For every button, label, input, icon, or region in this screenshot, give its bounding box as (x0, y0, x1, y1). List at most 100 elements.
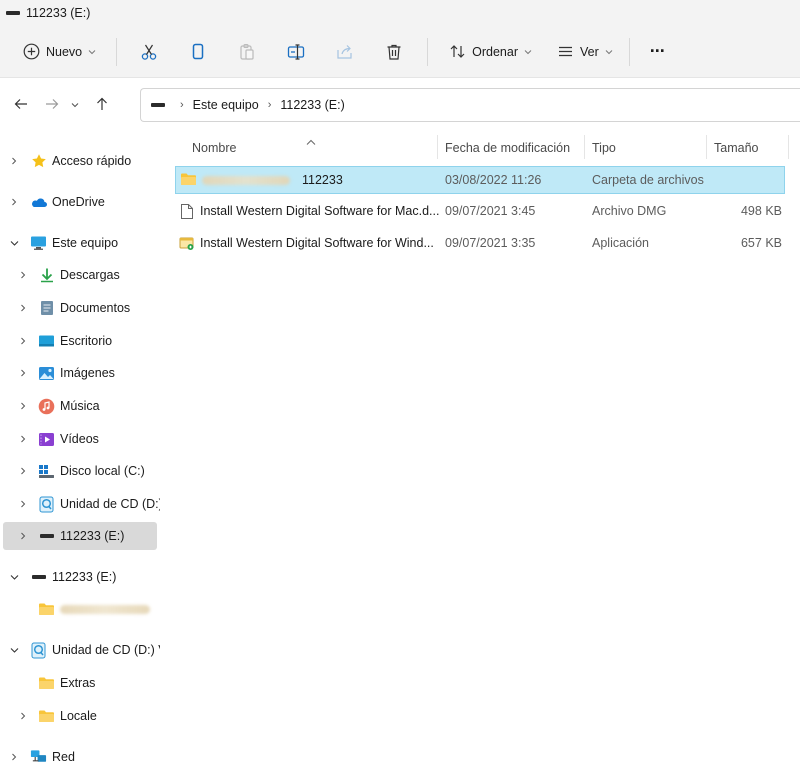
column-divider[interactable] (437, 135, 438, 159)
sidebar-item-cd-drive-d[interactable]: Unidad de CD (D:) (0, 490, 163, 518)
toolbar-separator (628, 37, 630, 66)
breadcrumb-este-equipo[interactable]: Este equipo (193, 98, 259, 112)
share-button[interactable] (325, 35, 365, 69)
sidebar-item-cd-drive-root[interactable]: Unidad de CD (D:) V (0, 636, 167, 664)
sort-button[interactable]: Ordenar (440, 35, 540, 69)
column-header-type[interactable]: Tipo (592, 133, 616, 163)
view-button[interactable]: Ver (548, 35, 621, 69)
chevron-right-icon[interactable] (18, 303, 28, 313)
view-button-label: Ver (580, 44, 599, 59)
copy-button[interactable] (178, 35, 218, 69)
breadcrumb-drive[interactable]: 112233 (E:) (280, 98, 344, 112)
file-type: Carpeta de archivos (592, 173, 704, 187)
sidebar-item-videos[interactable]: Vídeos (0, 425, 157, 453)
chevron-down-icon (70, 99, 80, 113)
sidebar-item-network[interactable]: Red (0, 743, 157, 771)
redacted-name (202, 176, 290, 185)
sidebar-item-this-pc[interactable]: Este equipo (0, 229, 157, 257)
star-icon (30, 153, 47, 170)
more-options-button[interactable]: ··· (642, 35, 673, 69)
sidebar-item-label: Imágenes (60, 366, 115, 380)
sidebar-item-label: Descargas (60, 268, 120, 282)
toolbar-separator (427, 37, 429, 66)
file-modified: 03/08/2022 11:26 (445, 173, 542, 187)
sidebar-item-label: Locale (60, 709, 97, 723)
sidebar-item-hidden-folder[interactable] (0, 595, 157, 623)
table-row[interactable]: 112233 03/08/2022 11:26 Carpeta de archi… (175, 166, 785, 194)
sidebar-item-label: Documentos (60, 301, 131, 315)
sidebar-item-extras[interactable]: Extras (0, 669, 157, 697)
file-name: Install Western Digital Software for Win… (200, 236, 434, 250)
chevron-right-icon[interactable] (18, 401, 28, 411)
back-button[interactable] (8, 93, 34, 119)
sidebar-item-label: Escritorio (60, 334, 113, 348)
chevron-right-icon[interactable] (18, 368, 28, 378)
video-icon (38, 431, 55, 448)
table-row[interactable]: Install Western Digital Software for Win… (175, 230, 785, 258)
file-size: 498 KB (740, 204, 782, 218)
folder-icon (38, 601, 55, 618)
chevron-right-icon[interactable] (9, 752, 19, 762)
chevron-right-icon[interactable] (18, 711, 28, 721)
chevron-right-icon[interactable] (18, 531, 28, 541)
local-disk-icon (38, 463, 55, 480)
usb-drive-icon (38, 528, 55, 545)
sidebar-item-label: Este equipo (52, 236, 119, 250)
address-bar[interactable]: › Este equipo › 112233 (E:) (140, 88, 800, 122)
chevron-down-icon[interactable] (9, 645, 19, 655)
sidebar-item-documents[interactable]: Documentos (0, 294, 157, 322)
sidebar-item-label: Unidad de CD (D:) V (52, 643, 167, 657)
arrow-left-icon (13, 96, 29, 115)
rename-icon (287, 43, 305, 61)
column-header-modified[interactable]: Fecha de modificación (445, 133, 570, 163)
paste-button[interactable] (227, 35, 267, 69)
usb-drive-icon (30, 569, 47, 586)
chevron-right-icon[interactable] (18, 270, 28, 280)
chevron-down-icon[interactable] (9, 572, 19, 582)
chevron-down-icon[interactable] (9, 238, 19, 248)
chevron-right-icon[interactable] (18, 466, 28, 476)
address-row: › Este equipo › 112233 (E:) (0, 78, 800, 133)
new-button[interactable]: Nuevo (14, 35, 104, 69)
music-icon (38, 398, 55, 415)
cd-drive-icon (38, 496, 55, 513)
recent-locations-button[interactable] (65, 93, 85, 119)
sidebar-item-desktop[interactable]: Escritorio (0, 327, 157, 355)
sidebar-item-quick-access[interactable]: Acceso rápido (0, 147, 157, 175)
forward-button[interactable] (39, 93, 65, 119)
usb-drive-icon (151, 103, 165, 107)
column-header-name[interactable]: Nombre (192, 133, 236, 163)
column-divider[interactable] (706, 135, 707, 159)
chevron-right-icon[interactable] (18, 499, 28, 509)
sidebar-item-onedrive[interactable]: OneDrive (0, 188, 157, 216)
delete-button[interactable] (374, 35, 414, 69)
column-divider[interactable] (788, 135, 789, 159)
rename-button[interactable] (276, 35, 316, 69)
chevron-right-icon[interactable] (18, 434, 28, 444)
column-header-size[interactable]: Tamaño (714, 133, 758, 163)
chevron-right-icon: › (267, 99, 272, 111)
up-button[interactable] (89, 93, 115, 119)
sidebar-item-pictures[interactable]: Imágenes (0, 359, 157, 387)
chevron-right-icon[interactable] (9, 156, 19, 166)
sidebar-item-music[interactable]: Música (0, 392, 157, 420)
application-icon (179, 236, 195, 254)
chevron-right-icon: › (180, 99, 184, 111)
desktop-icon (38, 333, 55, 350)
cut-button[interactable] (129, 35, 169, 69)
sidebar-item-drive-e-root[interactable]: 112233 (E:) (0, 563, 157, 591)
sidebar-item-drive-e[interactable]: 112233 (E:) (3, 522, 157, 550)
redacted-name (60, 605, 150, 614)
table-row[interactable]: Install Western Digital Software for Mac… (175, 198, 785, 226)
sidebar-item-downloads[interactable]: Descargas (0, 261, 157, 289)
chevron-right-icon[interactable] (18, 336, 28, 346)
copy-icon (189, 43, 207, 61)
window-title: 112233 (E:) (26, 6, 91, 20)
clipboard-icon (238, 43, 256, 61)
sidebar-item-locale[interactable]: Locale (0, 702, 157, 730)
chevron-down-icon (88, 49, 96, 54)
sidebar-item-local-disk-c[interactable]: Disco local (C:) (0, 457, 157, 485)
column-divider[interactable] (584, 135, 585, 159)
chevron-right-icon[interactable] (9, 197, 19, 207)
file-type: Archivo DMG (592, 204, 667, 218)
